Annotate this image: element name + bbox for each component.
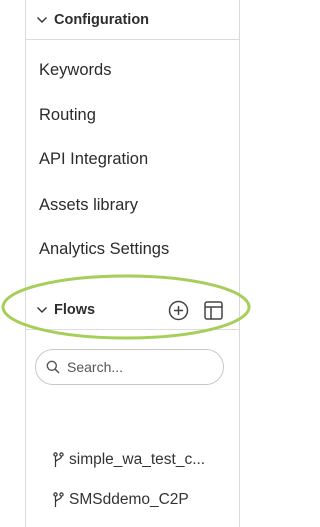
- chevron-down-icon: [36, 14, 48, 26]
- configuration-section-header[interactable]: Configuration: [26, 0, 239, 40]
- branch-icon: [53, 492, 64, 507]
- layout-toggle-button[interactable]: [202, 299, 224, 321]
- sidebar-item-analytics-settings[interactable]: Analytics Settings: [39, 240, 169, 259]
- flow-item[interactable]: SMSddemo_C2P: [53, 491, 189, 509]
- flow-item-label: SMSddemo_C2P: [69, 491, 189, 508]
- chevron-down-icon: [36, 304, 48, 316]
- sidebar-item-keywords[interactable]: Keywords: [39, 61, 111, 80]
- configuration-title: Configuration: [54, 11, 150, 28]
- sidebar-item-api-integration[interactable]: API Integration: [39, 150, 148, 169]
- flows-title: Flows: [54, 301, 96, 318]
- sidebar-item-routing[interactable]: Routing: [39, 106, 96, 125]
- search-input[interactable]: [65, 358, 209, 376]
- sidebar-item-assets-library[interactable]: Assets library: [39, 196, 138, 215]
- configuration-sidebar: Configuration Keywords Routing API Integ…: [25, 0, 240, 527]
- add-flow-button[interactable]: [167, 299, 189, 321]
- flows-search[interactable]: [35, 349, 224, 385]
- search-icon: [46, 360, 60, 374]
- flow-item[interactable]: simple_wa_test_c...: [53, 451, 205, 469]
- flow-item-label: simple_wa_test_c...: [69, 451, 206, 468]
- layout-panel-icon: [203, 300, 223, 320]
- branch-icon: [53, 452, 64, 467]
- plus-circle-icon: [168, 300, 188, 320]
